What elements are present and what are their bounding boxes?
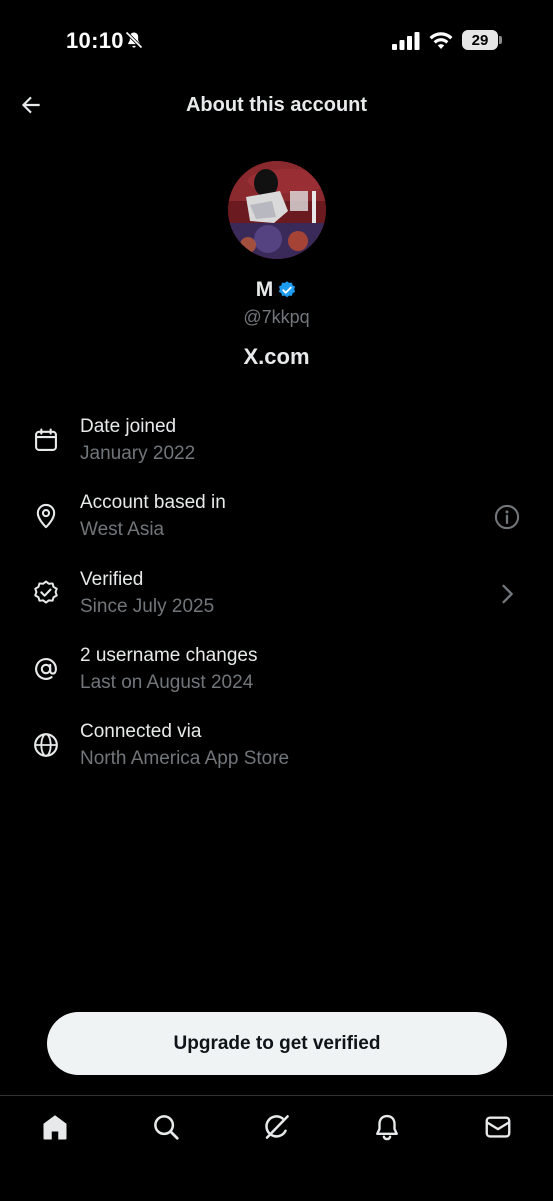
name-row: M [0, 278, 553, 302]
messages-icon[interactable] [483, 1112, 513, 1142]
info-value: North America App Store [80, 748, 290, 769]
header: About this account [0, 80, 553, 132]
at-sign-icon [35, 658, 57, 680]
signal-icon [392, 32, 420, 50]
avatar-image [228, 161, 326, 259]
info-item-username-changes: 2 username changes Last on August 2024 [0, 641, 553, 705]
avatar[interactable] [228, 161, 326, 259]
home-icon[interactable] [40, 1112, 70, 1142]
info-label: 2 username changes [80, 645, 258, 666]
status-bar: 10:10 29 [0, 0, 553, 80]
info-label: Account based in [80, 492, 226, 513]
info-item-connected-via: Connected via North America App Store [0, 717, 553, 781]
bell-slash-icon [125, 31, 143, 49]
info-item-date-joined: Date joined January 2022 [0, 412, 553, 476]
verified-badge-icon [34, 580, 58, 604]
grok-icon[interactable] [262, 1112, 292, 1142]
info-value: Last on August 2024 [80, 672, 254, 693]
info-value: West Asia [80, 519, 165, 540]
info-item-verified[interactable]: Verified Since July 2025 [0, 565, 553, 629]
verified-badge-icon [279, 281, 296, 298]
page-title: About this account [185, 94, 368, 116]
info-label: Date joined [80, 416, 177, 437]
handle: @7kkpq [243, 307, 310, 327]
display-name: M [255, 278, 274, 301]
calendar-icon [35, 428, 57, 451]
info-label: Connected via [80, 721, 202, 742]
chevron-right-icon[interactable] [493, 580, 521, 608]
globe-icon [34, 733, 58, 757]
bottom-nav [0, 1095, 553, 1201]
search-icon[interactable] [151, 1112, 181, 1142]
info-icon[interactable] [493, 503, 521, 531]
site-label: X.com [243, 344, 310, 369]
battery-level: 29 [471, 31, 489, 49]
battery-icon: 29 [462, 30, 498, 50]
info-value: Since July 2025 [80, 596, 215, 617]
info-label: Verified [80, 569, 144, 590]
info-value: January 2022 [80, 443, 196, 464]
wifi-icon [429, 32, 453, 49]
notifications-icon[interactable] [372, 1112, 402, 1142]
location-pin-icon [36, 503, 56, 529]
info-item-account-based-in: Account based in West Asia [0, 488, 553, 552]
upgrade-button[interactable]: Upgrade to get verified [47, 1012, 507, 1075]
status-time: 10:10 [66, 28, 124, 53]
battery-tip [499, 36, 502, 44]
